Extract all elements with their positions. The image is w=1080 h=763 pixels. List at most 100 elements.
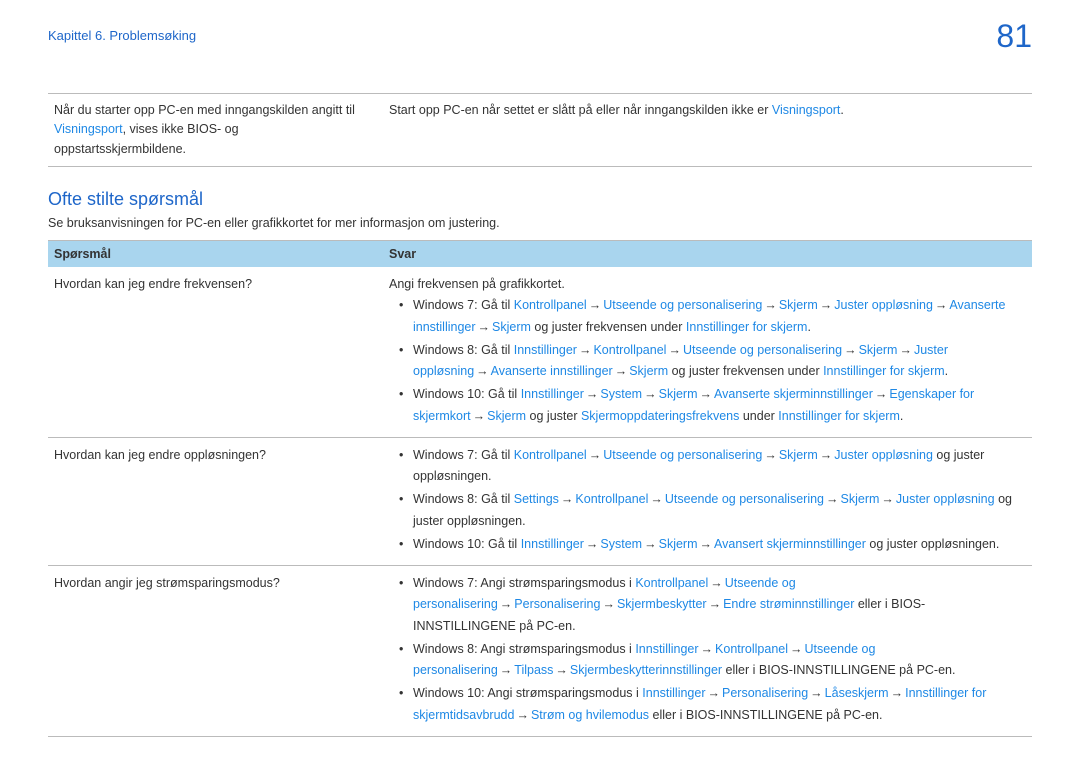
faq-answer: Angi frekvensen på grafikkortet. Windows… (383, 267, 1032, 437)
hl: Kontrollpanel (575, 492, 648, 506)
hl: Skjerm (629, 364, 668, 378)
arrow-icon: → (642, 537, 659, 551)
hl: Juster oppløsning (896, 492, 995, 506)
hl: Settings (514, 492, 559, 506)
hl: Juster oppløsning (834, 448, 933, 462)
faq-answer: Windows 7: Gå til Kontrollpanel→Utseende… (383, 437, 1032, 565)
hl: Utseende og personalisering (665, 492, 824, 506)
arrow-icon: → (708, 576, 725, 590)
faq-question: Hvordan kan jeg endre frekvensen? (48, 267, 383, 437)
hl: Innstillinger for skjerm (823, 364, 945, 378)
hl: Innstillinger (521, 537, 584, 551)
arrow-icon: → (706, 686, 723, 700)
text: eller i BIOS-INNSTILLINGENE på PC-en. (649, 708, 882, 722)
page-number: 81 (996, 18, 1032, 55)
hl: Avansert skjerminnstillinger (714, 537, 866, 551)
list-item: Windows 7: Gå til Kontrollpanel→Utseende… (403, 445, 1026, 488)
arrow-icon: → (613, 364, 630, 378)
arrow-icon: → (788, 642, 805, 656)
hl: Skjerm (659, 387, 698, 401)
hl: Skjermoppdateringsfrekvens (581, 409, 739, 423)
arrow-icon: → (879, 492, 896, 506)
hl: Juster oppløsning (834, 298, 933, 312)
hl: Skjermbeskytter (617, 597, 707, 611)
hl: Innstillinger for skjerm (686, 320, 808, 334)
arrow-icon: → (642, 387, 659, 401)
list-item: Windows 8: Angi strømsparingsmodus i Inn… (403, 639, 1026, 682)
text: Windows 7: Gå til (413, 448, 514, 462)
hl: Innstillinger (514, 343, 577, 357)
hl: Låseskjerm (825, 686, 889, 700)
hl: Avanserte skjerminnstillinger (714, 387, 873, 401)
arrow-icon: → (707, 597, 724, 611)
hl: Innstillinger (521, 387, 584, 401)
hl: Skjerm (841, 492, 880, 506)
info-issue-cell: Når du starter opp PC-en med inngangskil… (48, 94, 383, 167)
hl: Tilpass (514, 663, 553, 677)
arrow-icon: → (842, 343, 859, 357)
text: Når du starter opp PC-en med inngangskil… (54, 103, 355, 117)
list-item: Windows 7: Angi strømsparingsmodus i Kon… (403, 573, 1026, 637)
text: Start opp PC-en når settet er slått på e… (389, 103, 772, 117)
hl: Skjerm (487, 409, 526, 423)
text: . (945, 364, 948, 378)
hl: Kontrollpanel (514, 448, 587, 462)
arrow-icon: → (587, 298, 604, 312)
text: og juster frekvensen under (668, 364, 823, 378)
hl: Utseende og personalisering (603, 298, 762, 312)
faq-question: Hvordan angir jeg strømsparingsmodus? (48, 566, 383, 737)
list-item: Windows 10: Gå til Innstillinger→System→… (403, 534, 1026, 555)
faq-section-title: Ofte stilte spørsmål (48, 189, 1032, 210)
text: under (739, 409, 778, 423)
hl: Kontrollpanel (514, 298, 587, 312)
hl: Skjerm (779, 448, 818, 462)
answer-list: Windows 7: Gå til Kontrollpanel→Utseende… (389, 295, 1026, 427)
highlight-visningsport: Visningsport (772, 103, 841, 117)
arrow-icon: → (808, 686, 825, 700)
arrow-icon: → (762, 448, 779, 462)
hl: Skjerm (859, 343, 898, 357)
hl: System (600, 537, 642, 551)
arrow-icon: → (559, 492, 576, 506)
faq-answer: Windows 7: Angi strømsparingsmodus i Kon… (383, 566, 1032, 737)
arrow-icon: → (577, 343, 594, 357)
text: Windows 10: Angi strømsparingsmodus i (413, 686, 642, 700)
arrow-icon: → (818, 298, 835, 312)
arrow-icon: → (498, 597, 515, 611)
arrow-icon: → (698, 387, 715, 401)
hl: Skjerm (492, 320, 531, 334)
hl: Innstillinger (635, 642, 698, 656)
text: og juster oppløsningen. (866, 537, 999, 551)
col-header-answer: Svar (383, 241, 1032, 268)
text: Windows 10: Gå til (413, 537, 521, 551)
arrow-icon: → (873, 387, 890, 401)
list-item: Windows 7: Gå til Kontrollpanel→Utseende… (403, 295, 1026, 338)
hl: Skjermbeskytterinnstillinger (570, 663, 722, 677)
text: Windows 7: Gå til (413, 298, 514, 312)
faq-section-desc: Se bruksanvisningen for PC-en eller graf… (48, 216, 1032, 230)
list-item: Windows 8: Gå til Settings→Kontrollpanel… (403, 489, 1026, 532)
table-row: Hvordan kan jeg endre frekvensen? Angi f… (48, 267, 1032, 437)
hl: Strøm og hvilemodus (531, 708, 649, 722)
info-solution-cell: Start opp PC-en når settet er slått på e… (383, 94, 1032, 167)
page-header: Kapittel 6. Problemsøking 81 (0, 0, 1080, 65)
chapter-title: Kapittel 6. Problemsøking (48, 28, 196, 43)
page-content: Når du starter opp PC-en med inngangskil… (0, 93, 1080, 737)
info-table: Når du starter opp PC-en med inngangskil… (48, 93, 1032, 167)
hl: Kontrollpanel (635, 576, 708, 590)
arrow-icon: → (476, 320, 493, 334)
arrow-icon: → (818, 448, 835, 462)
hl: Kontrollpanel (715, 642, 788, 656)
answer-list: Windows 7: Angi strømsparingsmodus i Kon… (389, 573, 1026, 726)
arrow-icon: → (584, 537, 601, 551)
arrow-icon: → (474, 364, 491, 378)
text: . (807, 320, 810, 334)
table-row: Hvordan angir jeg strømsparingsmodus? Wi… (48, 566, 1032, 737)
arrow-icon: → (648, 492, 665, 506)
hl: Avanserte innstillinger (491, 364, 613, 378)
hl: Utseende og personalisering (683, 343, 842, 357)
arrow-icon: → (587, 448, 604, 462)
faq-table: Spørsmål Svar Hvordan kan jeg endre frek… (48, 240, 1032, 737)
hl: Innstillinger for skjerm (778, 409, 900, 423)
list-item: Windows 10: Gå til Innstillinger→System→… (403, 384, 1026, 427)
